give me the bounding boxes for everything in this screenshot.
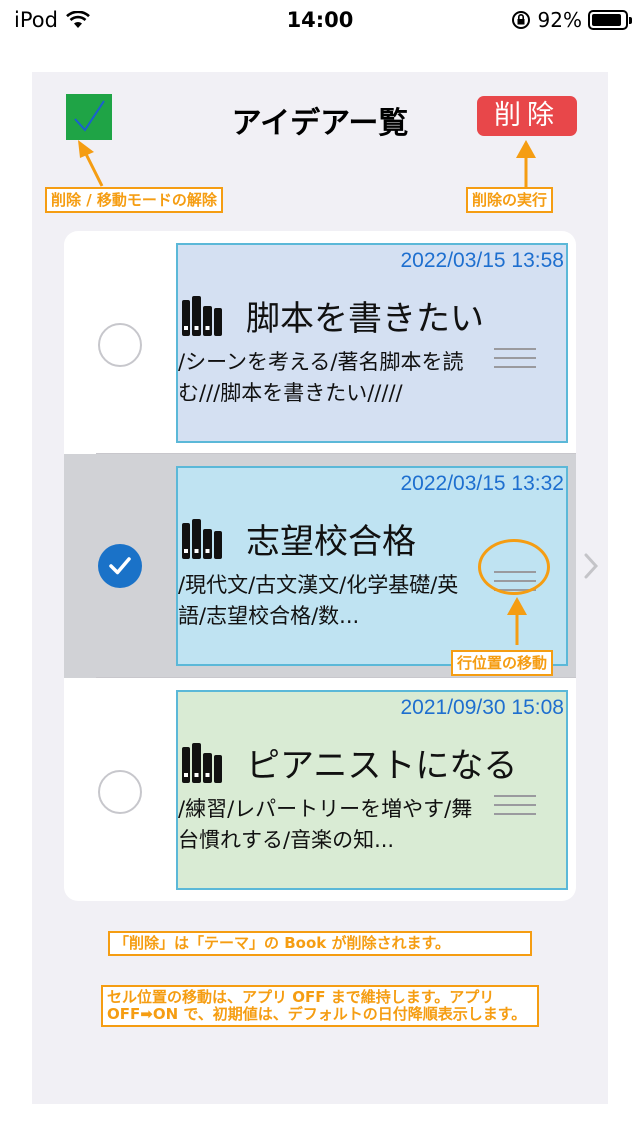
battery-icon	[588, 10, 632, 30]
delete-button[interactable]: 削除	[477, 96, 577, 136]
item-description: /現代文/古文漢文/化学基礎/英語/志望校合格/数...	[178, 573, 459, 628]
item-date: 2022/03/15 13:32	[400, 472, 565, 495]
list-item[interactable]: 2022/03/15 13:58 脚本を書きたい /シーンを考える/著名脚本を読…	[64, 231, 576, 455]
cell-order-note: セル位置の移動は、アプリ OFF まで維持します。アプリOFF➡ON で、初期値…	[101, 985, 539, 1027]
idea-cell[interactable]: 2022/03/15 13:58 脚本を書きたい /シーンを考える/著名脚本を読…	[176, 243, 568, 443]
books-icon	[182, 742, 222, 783]
item-description: /練習/レパートリーを増やす/舞台慣れする/音楽の知...	[178, 797, 473, 852]
status-bar: iPod 14:00 92%	[0, 0, 640, 40]
arrow-icon	[507, 597, 527, 645]
item-description: /シーンを考える/著名脚本を読む///脚本を書きたい/////	[178, 350, 464, 405]
books-icon	[182, 295, 222, 336]
select-radio[interactable]	[98, 323, 142, 367]
books-icon	[182, 518, 222, 559]
chevron-right-icon	[584, 553, 598, 579]
rotation-lock-icon	[511, 11, 530, 29]
select-radio[interactable]	[98, 544, 142, 588]
reorder-handle-icon[interactable]	[494, 348, 536, 370]
item-title: ピアニストになる	[246, 746, 518, 786]
arrow-icon	[516, 140, 536, 188]
select-radio[interactable]	[98, 770, 142, 814]
delete-annotation: 削除の実行	[466, 187, 554, 213]
reorder-annotation: 行位置の移動	[451, 650, 554, 676]
item-title: 志望校合格	[246, 522, 416, 562]
highlight-ring	[478, 539, 550, 595]
item-date: 2022/03/15 13:58	[400, 249, 565, 272]
list-item[interactable]: 2021/09/30 15:08 ピアニストになる /練習/レパートリーを増やす…	[64, 678, 576, 901]
battery-percent: 92%	[537, 8, 582, 32]
reorder-handle-icon[interactable]	[494, 795, 536, 817]
book-delete-note: 「削除」は「テーマ」の Book が削除されます。	[108, 931, 532, 956]
arrow-icon	[78, 140, 104, 187]
done-annotation: 削除 / 移動モードの解除	[45, 187, 223, 213]
checkmark-icon	[109, 557, 131, 575]
item-title: 脚本を書きたい	[246, 299, 484, 339]
idea-cell[interactable]: 2021/09/30 15:08 ピアニストになる /練習/レパートリーを増やす…	[176, 690, 568, 890]
item-date: 2021/09/30 15:08	[400, 696, 565, 719]
